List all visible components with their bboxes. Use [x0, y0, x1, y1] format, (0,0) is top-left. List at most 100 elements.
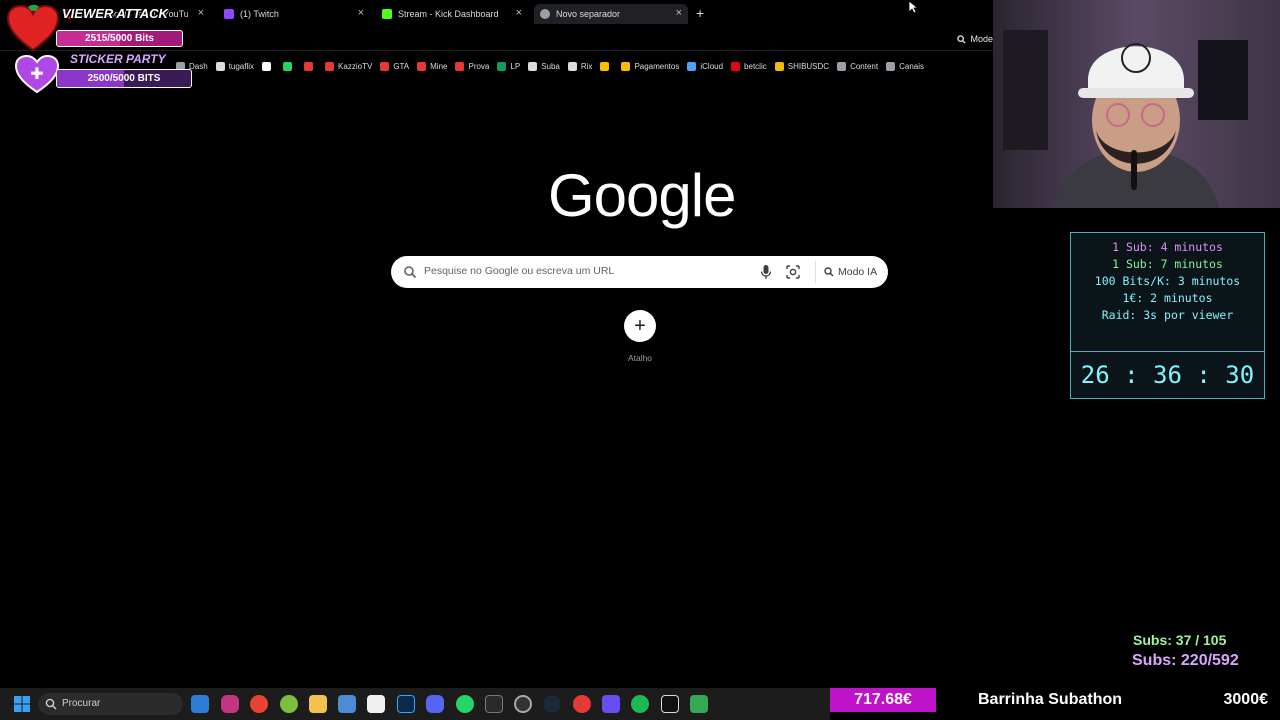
subs-counter: Subs: 37 / 105 [1133, 632, 1227, 648]
folder-icon[interactable] [309, 695, 327, 713]
mouse-cursor-icon [908, 0, 918, 14]
app-grid-icon[interactable] [602, 695, 620, 713]
svg-text:✚: ✚ [30, 64, 43, 83]
bookmark-item[interactable]: GTA [380, 58, 409, 74]
search-icon [404, 266, 417, 279]
tab-twitch[interactable]: (1) Twitch × [218, 4, 370, 24]
epic-games-icon[interactable] [485, 695, 503, 713]
heart-icon [6, 4, 60, 52]
close-icon[interactable]: × [516, 7, 522, 19]
photoshop-icon[interactable] [397, 695, 415, 713]
taskbar-search[interactable]: Procurar [38, 693, 183, 715]
kick-icon [382, 9, 392, 19]
chrome-canary-icon[interactable] [280, 695, 298, 713]
bookmark-item[interactable]: Pagamentos [621, 58, 679, 74]
steam-icon[interactable] [543, 695, 561, 713]
bookmark-item[interactable]: Canais [886, 58, 924, 74]
bookmark-label: Suba [541, 61, 560, 71]
bookmark-label: Prova [468, 61, 490, 71]
search-input[interactable]: Pesquise no Google ou escreva um URL [424, 265, 614, 277]
close-icon[interactable]: × [358, 7, 364, 19]
donation-bar: 717.68€ Barrinha Subathon 3000€ [830, 688, 1280, 720]
bookmark-label: KazzioTV [338, 61, 373, 71]
bookmark-label: Pagamentos [634, 61, 680, 71]
ai-mode-button[interactable]: Modo IA [815, 261, 885, 283]
subs-total-counter: Subs: 220/592 [1132, 652, 1239, 669]
bookmark-item[interactable]: Prova [455, 58, 489, 74]
google-logo: Google [548, 162, 736, 229]
x-icon [262, 61, 272, 71]
rule-line: 1 Sub: 7 minutos [1112, 257, 1223, 271]
obs-icon[interactable] [514, 695, 532, 713]
calculator-icon[interactable] [338, 695, 356, 713]
omnibox-mode-button[interactable]: Mode [957, 34, 993, 44]
streamlabs-icon[interactable] [573, 695, 591, 713]
bookmark-item[interactable]: betclic [731, 58, 767, 74]
bookmark-label: Rix [580, 61, 593, 71]
goal-progress-bar: 2500/5000 BITS [56, 69, 192, 88]
goal-progress-text: 2515/5000 Bits [85, 33, 154, 44]
webcam-image [993, 0, 1280, 208]
bookmark-label: SHIBUSDC [787, 61, 830, 71]
bookmark-item[interactable]: Content [837, 58, 878, 74]
drive-icon[interactable] [690, 695, 708, 713]
bookmark-item[interactable]: KazzioTV [325, 58, 372, 74]
bookmark-item[interactable]: Suba [528, 58, 560, 74]
instagram-icon[interactable] [221, 695, 239, 713]
bookmark-item[interactable] [304, 58, 317, 74]
ai-search-icon [824, 267, 834, 277]
rule-line: Raid: 3s por viewer [1101, 308, 1234, 322]
bookmark-item[interactable]: Mine [417, 58, 447, 74]
add-shortcut-button[interactable]: + [624, 310, 656, 342]
goal-progress-bar: 2515/5000 Bits [56, 30, 183, 47]
bookmark-label: iCloud [700, 61, 724, 71]
discord-icon[interactable] [426, 695, 444, 713]
whatsapp-icon[interactable] [456, 695, 474, 713]
spotify-icon[interactable] [631, 695, 649, 713]
new-tab-button[interactable]: + [696, 5, 704, 21]
bookmark-icon [731, 61, 741, 71]
bookmark-item[interactable] [283, 58, 296, 74]
tab-new[interactable]: Novo separador × [534, 4, 688, 24]
rule-line: 1 Sub: 4 minutos [1112, 240, 1223, 254]
bookmark-item[interactable] [600, 58, 613, 74]
bookmark-label: GTA [393, 61, 410, 71]
tab-kick[interactable]: Stream - Kick Dashboard × [376, 4, 528, 24]
bookmark-item[interactable]: tugaflix [215, 58, 254, 74]
bookmark-icon [687, 61, 697, 71]
ai-mode-label: Modo IA [838, 266, 878, 278]
bookmark-item[interactable]: LP [497, 58, 520, 74]
shortcut-label: Atalho [627, 353, 653, 363]
bookmark-icon [837, 61, 847, 71]
close-icon[interactable]: × [198, 7, 204, 19]
microphone-icon[interactable] [759, 264, 773, 280]
bookmark-item[interactable]: Rix [567, 58, 593, 74]
donation-goal: 3000€ [1223, 691, 1269, 708]
search-box[interactable]: Pesquise no Google ou escreva um URL Mod… [391, 256, 888, 288]
chrome-icon[interactable] [250, 695, 268, 713]
goal-title: VIEWER ATTACK [62, 6, 168, 21]
google-lens-icon[interactable] [785, 264, 801, 280]
rule-line: 1€: 2 minutos [1122, 291, 1213, 305]
close-icon[interactable]: × [676, 7, 682, 19]
chrome-icon [540, 9, 550, 19]
bookmark-icon [621, 61, 631, 71]
bookmark-label: Canais [899, 61, 925, 71]
windows-start-icon[interactable] [14, 696, 30, 712]
search-spark-icon [957, 34, 967, 44]
omnibox-mode-label: Mode [970, 34, 993, 44]
taskbar: Procurar [0, 688, 830, 720]
capcut-editor-icon[interactable] [661, 695, 679, 713]
bookmark-item[interactable]: SHIBUSDC [774, 58, 830, 74]
bookmark-label: Content [850, 61, 879, 71]
subathon-rules: 1 Sub: 4 minutos 1 Sub: 7 minutos 100 Bi… [1071, 239, 1264, 324]
capcut-icon[interactable] [367, 695, 385, 713]
webcam-feed [993, 0, 1280, 208]
bookmark-item[interactable]: iCloud [687, 58, 723, 74]
chart-icon [304, 61, 314, 71]
bookmark-item[interactable] [262, 58, 275, 74]
bookmark-icon [215, 61, 225, 71]
widgets-icon[interactable] [191, 695, 209, 713]
subathon-panel: 1 Sub: 4 minutos 1 Sub: 7 minutos 100 Bi… [1070, 232, 1265, 399]
bookmark-icon [417, 61, 427, 71]
